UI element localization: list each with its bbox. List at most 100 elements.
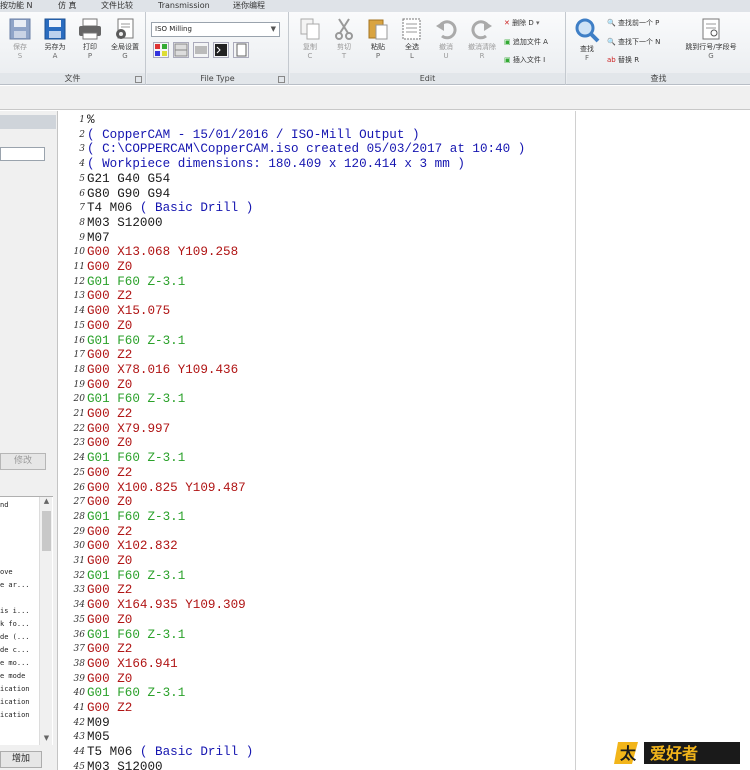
global-settings-button[interactable]: 全局设置 G <box>106 17 144 61</box>
code-line[interactable]: G00 X166.941 <box>87 657 178 671</box>
cut-button[interactable]: 剪切 T <box>330 17 358 61</box>
code-line[interactable]: % <box>87 113 95 127</box>
code-line[interactable]: G00 X79.997 <box>87 422 170 436</box>
file-type-select[interactable]: ISO Milling ▼ <box>151 22 280 37</box>
code-line[interactable]: G00 Z2 <box>87 407 132 421</box>
code-line[interactable]: M03 S12000 <box>87 216 163 230</box>
list-item[interactable]: de (... <box>0 633 30 641</box>
left-list-scrollbar[interactable]: ▲ ▼ <box>39 497 52 745</box>
code-line[interactable]: T4 M06 ( Basic Drill ) <box>87 201 253 215</box>
print-button[interactable]: 打印 P <box>76 17 104 61</box>
paste-button[interactable]: 粘贴 P <box>364 17 392 61</box>
paste-icon <box>368 19 388 40</box>
find-next-button[interactable]: 🔍 查找下一个 N <box>607 36 660 48</box>
left-panel-input[interactable] <box>0 147 45 161</box>
select-all-button[interactable]: 全选 L <box>398 17 426 61</box>
code-line[interactable]: G00 X15.075 <box>87 304 170 318</box>
save-button[interactable]: 保存 S <box>6 17 34 61</box>
list-item[interactable]: ication <box>0 685 30 693</box>
file-group-launcher[interactable] <box>135 76 142 83</box>
code-line[interactable]: G01 F60 Z-3.1 <box>87 451 185 465</box>
scrollbar-thumb[interactable] <box>42 511 51 551</box>
modify-button[interactable]: 修改 <box>0 453 46 470</box>
code-line[interactable]: G01 F60 Z-3.1 <box>87 628 185 642</box>
list-item[interactable]: e ar... <box>0 581 30 589</box>
code-line[interactable]: ( CopperCAM - 15/01/2016 / ISO-Mill Outp… <box>87 128 420 142</box>
tab-simulation[interactable]: 仿 真 <box>58 0 77 12</box>
list-item[interactable]: e mode <box>0 672 25 680</box>
list-item[interactable]: ication <box>0 711 30 719</box>
code-line[interactable]: ( Workpiece dimensions: 180.409 x 120.41… <box>87 157 465 171</box>
file-type-group-launcher[interactable] <box>278 76 285 83</box>
list-item[interactable]: is i... <box>0 607 30 615</box>
code-line[interactable]: M07 <box>87 231 110 245</box>
list-item[interactable]: ication <box>0 698 30 706</box>
scroll-down-icon[interactable]: ▼ <box>41 734 52 745</box>
code-line[interactable]: G00 Z2 <box>87 525 132 539</box>
list-item[interactable]: ove <box>0 568 13 576</box>
terminal-icon[interactable] <box>213 42 229 58</box>
code-line[interactable]: G00 Z0 <box>87 554 132 568</box>
code-line[interactable]: G00 Z0 <box>87 319 132 333</box>
code-line[interactable]: G00 Z2 <box>87 701 132 715</box>
code-line[interactable]: G00 Z2 <box>87 466 132 480</box>
insert-file-button[interactable]: ▣ 插入文件 I <box>504 54 545 66</box>
code-line[interactable]: ( C:\COPPERCAM\CopperCAM.iso created 05/… <box>87 142 525 156</box>
code-line[interactable]: G00 Z2 <box>87 642 132 656</box>
code-line[interactable]: G00 Z2 <box>87 583 132 597</box>
color-grid-icon[interactable] <box>153 42 169 58</box>
delete-button[interactable]: ✕ 删除 D ▾ <box>504 17 539 29</box>
code-line[interactable]: G01 F60 Z-3.1 <box>87 686 185 700</box>
code-line[interactable]: M03 S12000 <box>87 760 163 770</box>
code-line[interactable]: G01 F60 Z-3.1 <box>87 392 185 406</box>
file-icon[interactable] <box>233 42 249 58</box>
code-line[interactable]: G00 Z0 <box>87 378 132 392</box>
code-line[interactable]: G00 X164.935 Y109.309 <box>87 598 246 612</box>
highlight-icon[interactable] <box>193 42 209 58</box>
code-line[interactable]: G00 X13.068 Y109.258 <box>87 245 238 259</box>
save-as-button[interactable]: 另存为 A <box>40 17 70 61</box>
goto-line-button[interactable]: 跳到行号/字段号 G <box>679 17 743 61</box>
redo-button[interactable]: 撤消清除 R <box>464 17 500 61</box>
scroll-up-icon[interactable]: ▲ <box>41 497 52 508</box>
list-item[interactable]: nd <box>0 501 8 509</box>
tab-mini-programming[interactable]: 迷你编程 <box>233 0 265 12</box>
replace-button[interactable]: ab 替换 R <box>607 54 639 66</box>
copy-button[interactable]: 复制 C <box>296 17 324 61</box>
add-button[interactable]: 增加 <box>0 751 42 768</box>
code-line[interactable]: M09 <box>87 716 110 730</box>
code-line[interactable]: G00 X100.825 Y109.487 <box>87 481 246 495</box>
code-line[interactable]: G80 G90 G94 <box>87 187 170 201</box>
code-line[interactable]: G01 F60 Z-3.1 <box>87 275 185 289</box>
list-item[interactable]: e mo... <box>0 659 30 667</box>
append-file-button[interactable]: ▣ 追加文件 A <box>504 36 548 48</box>
code-token: M07 <box>87 230 110 245</box>
code-line[interactable]: G00 Z0 <box>87 613 132 627</box>
code-line[interactable]: G01 F60 Z-3.1 <box>87 334 185 348</box>
line-number: 4 <box>79 159 85 170</box>
code-line[interactable]: G00 X102.832 <box>87 539 178 553</box>
tab-file-compare[interactable]: 文件比较 <box>101 0 133 12</box>
code-line[interactable]: G00 X78.016 Y109.436 <box>87 363 238 377</box>
tab-transmission[interactable]: Transmission <box>158 0 210 12</box>
code-line[interactable]: G21 G40 G54 <box>87 172 170 186</box>
undo-button[interactable]: 撤消 U <box>432 17 460 61</box>
code-line[interactable]: G01 F60 Z-3.1 <box>87 569 185 583</box>
code-line[interactable]: G00 Z0 <box>87 495 132 509</box>
code-line[interactable]: G00 Z0 <box>87 260 132 274</box>
find-button[interactable]: 查找 F <box>573 17 601 63</box>
list-item[interactable]: k fo... <box>0 620 30 628</box>
tab-function[interactable]: 按功能 N <box>0 0 33 12</box>
code-line[interactable]: T5 M06 ( Basic Drill ) <box>87 745 253 759</box>
code-editor[interactable]: 1 2 3 4 5 6 7 8 9 10 11 12 13 14 15 16 17 18 19 20 21 22 23 24 2… <box>59 111 576 770</box>
code-line[interactable]: M05 <box>87 730 110 744</box>
code-line[interactable]: G00 Z0 <box>87 672 132 686</box>
find-previous-button[interactable]: 🔍 查找前一个 P <box>607 17 659 29</box>
grid-view-icon[interactable] <box>173 42 189 58</box>
list-item[interactable]: de c... <box>0 646 30 654</box>
code-line[interactable]: G00 Z0 <box>87 436 132 450</box>
code-line[interactable]: G01 F60 Z-3.1 <box>87 510 185 524</box>
copy-icon <box>300 18 320 40</box>
code-line[interactable]: G00 Z2 <box>87 348 132 362</box>
code-line[interactable]: G00 Z2 <box>87 289 132 303</box>
